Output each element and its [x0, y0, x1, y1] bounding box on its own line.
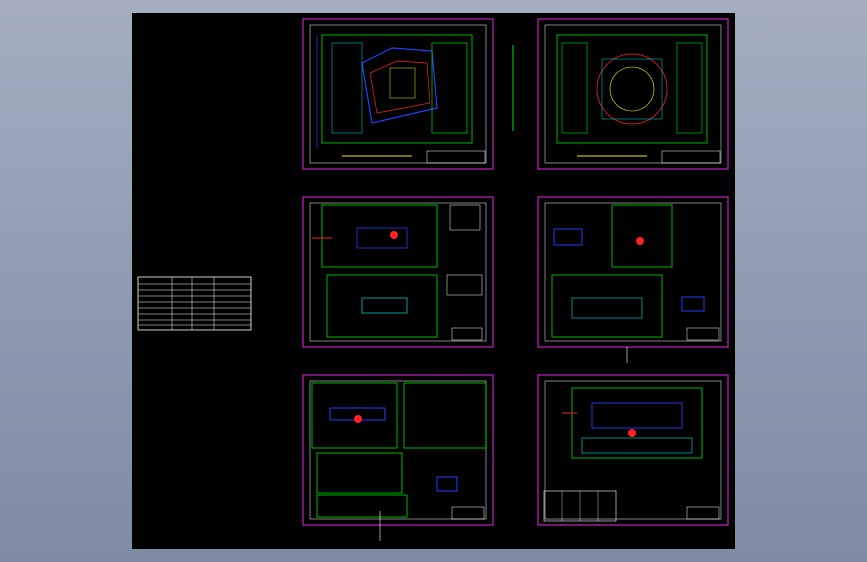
cad-model-space[interactable] [132, 13, 735, 549]
sheet-plan-2[interactable] [537, 18, 729, 170]
cad-drawing-canvas [137, 18, 729, 541]
sheet-section-2[interactable] [537, 196, 729, 363]
sheet-plan-1[interactable] [302, 18, 494, 170]
sheet-section-1[interactable] [302, 196, 494, 348]
sheet-section-3[interactable] [302, 374, 494, 541]
drawing-index-table [137, 276, 252, 331]
sheet-section-4[interactable] [537, 374, 729, 526]
